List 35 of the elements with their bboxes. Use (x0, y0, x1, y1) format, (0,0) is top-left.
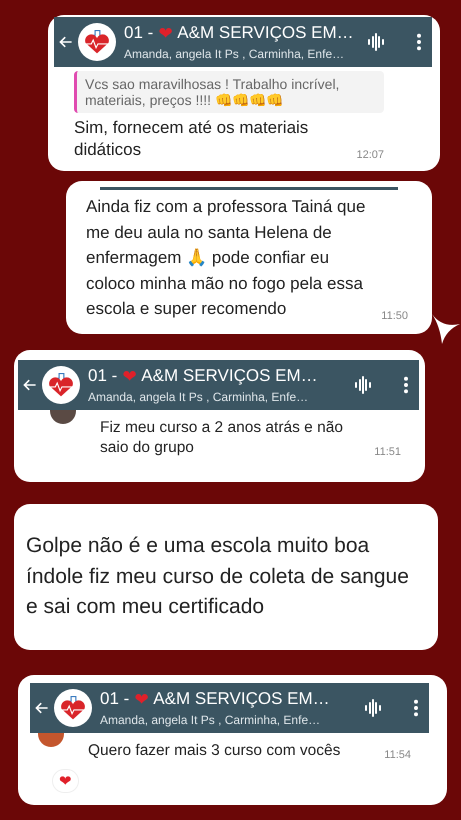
message-text: Ainda fiz com a professora Tainá que me deu aula no santa Helena de enfermagem 🙏 pode confiar eu coloco minha mão no fogo pela essa escola e super recomendo (86, 196, 366, 320)
heart-icon: ❤ (158, 23, 172, 44)
group-avatar-icon[interactable] (42, 366, 80, 404)
group-number: 01 - (100, 688, 130, 710)
message-text: Golpe não é e uma escola muito boa índole fiz meu curso de coleta de sangue e sai com meu certificado (26, 533, 410, 620)
group-number: 01 - (88, 366, 118, 387)
message-text: Fiz meu curso a 2 anos atrás e não saio do grupo (100, 418, 344, 458)
group-members: Amanda, angela It Ps , Carminha, Enfe… (100, 712, 322, 727)
group-avatar-icon[interactable] (54, 688, 92, 727)
heart-icon: ❤ (122, 366, 136, 387)
voice-chat-icon[interactable] (353, 374, 373, 395)
message-time: 11:51 (374, 446, 401, 458)
group-name: A&M SERVIÇOS EM… (177, 23, 354, 44)
quoted-message: Vcs sao maravilhosas ! Trabalho incrível, materiais, preços !!!! 👊👊👊👊 (74, 71, 384, 113)
group-avatar-icon[interactable] (78, 23, 116, 61)
heart-icon: ❤ (134, 688, 148, 710)
voice-chat-icon[interactable] (363, 698, 383, 718)
back-arrow-icon[interactable] (58, 34, 74, 50)
message-text: Quero fazer mais 3 curso com vocês (88, 740, 342, 761)
menu-icon[interactable] (416, 33, 422, 51)
message-time: 12:07 (356, 149, 384, 162)
back-arrow-icon[interactable] (34, 700, 50, 716)
group-members: Amanda, angela It Ps , Carminha, Enfe… (88, 390, 310, 404)
reaction-badge: ❤ (52, 769, 79, 794)
menu-icon[interactable] (403, 376, 409, 394)
group-name: A&M SERVIÇOS EM… (141, 366, 318, 387)
voice-chat-icon[interactable] (366, 32, 386, 52)
group-members: Amanda, angela It Ps , Carminha, Enfe… (124, 47, 346, 61)
menu-icon[interactable] (413, 698, 419, 717)
group-number: 01 - (124, 23, 154, 44)
message-text: Sim, fornecem até os materiais didáticos (74, 117, 310, 162)
message-time: 11:50 (381, 310, 408, 322)
back-arrow-icon[interactable] (22, 376, 38, 393)
message-time: 11:54 (384, 749, 411, 762)
group-name: A&M SERVIÇOS EM… (153, 688, 330, 710)
